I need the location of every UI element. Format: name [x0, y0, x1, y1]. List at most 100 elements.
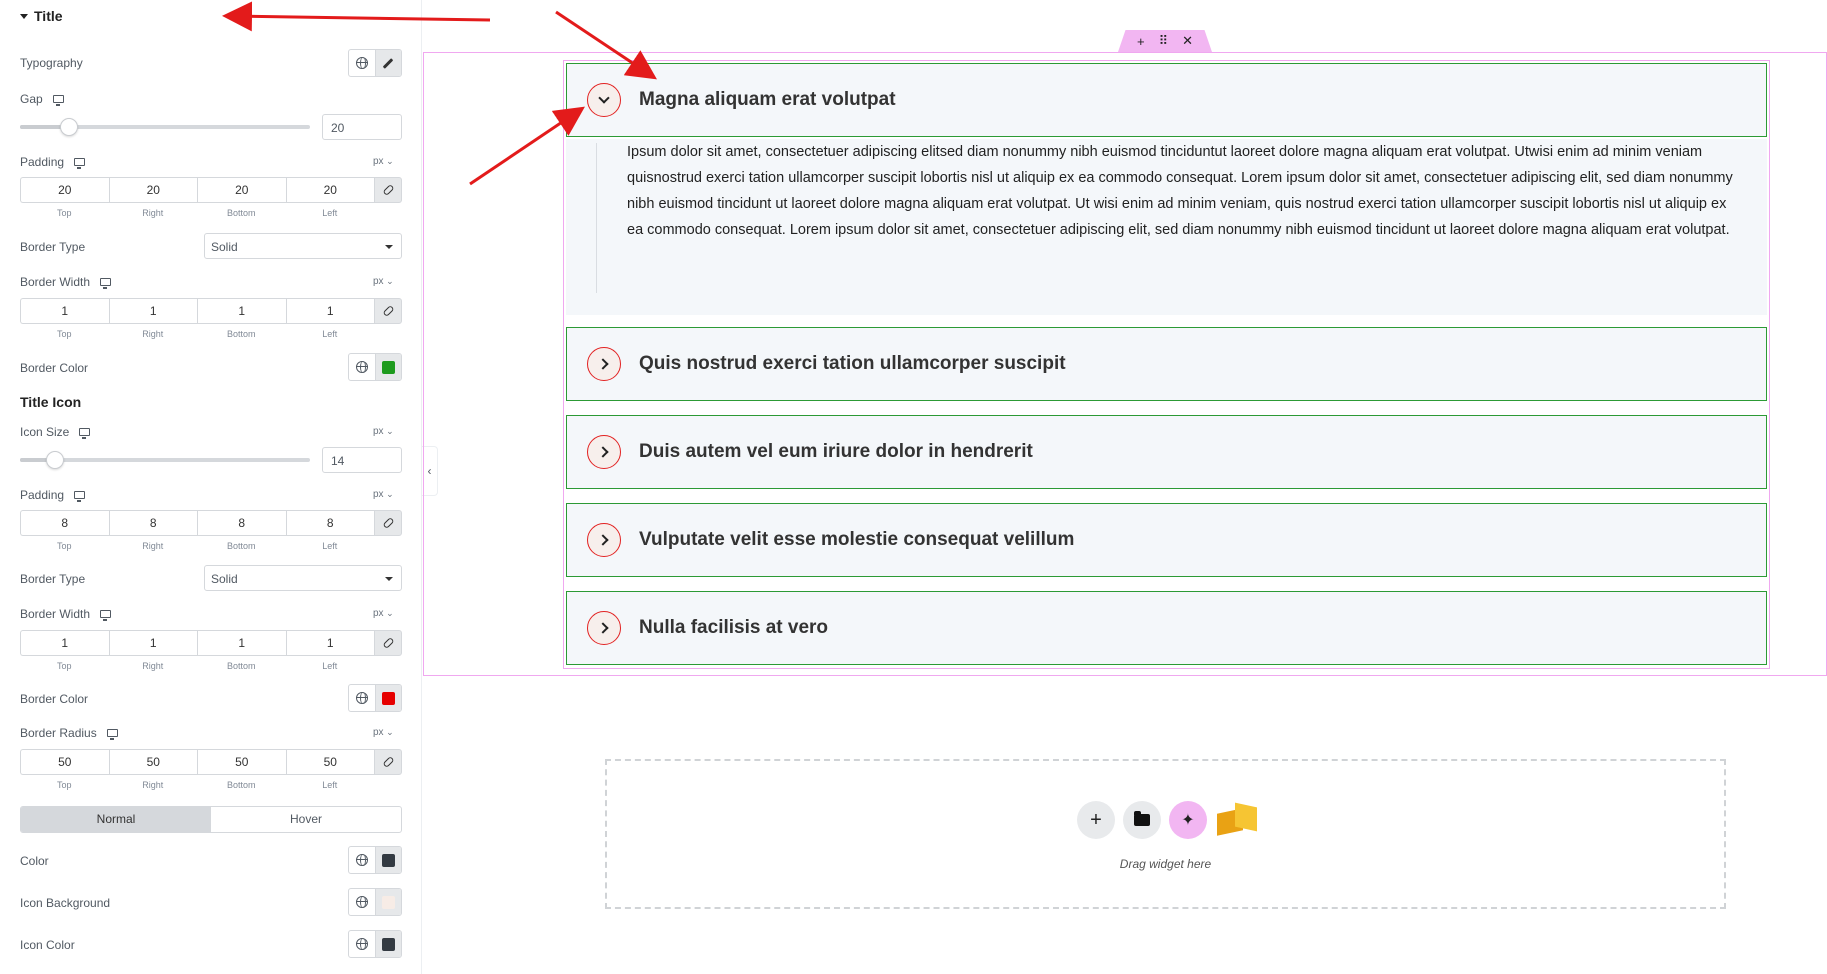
icon-border-radius-label-text: Border Radius: [20, 726, 97, 740]
icon-padding-top-input[interactable]: 8: [20, 510, 109, 536]
accordion-item-4[interactable]: Vulputate velit esse molestie consequat …: [566, 503, 1767, 577]
drag-handle-icon[interactable]: ⠿: [1159, 33, 1169, 49]
desktop-icon[interactable]: [106, 729, 118, 740]
icon-color-picker[interactable]: [374, 931, 401, 957]
icon-border-radius-unit[interactable]: px: [373, 727, 394, 738]
accordion-title[interactable]: Quis nostrud exerci tation ullamcorper s…: [639, 353, 1066, 375]
icon-size-unit[interactable]: px: [373, 426, 394, 437]
delete-section-button[interactable]: ✕: [1182, 33, 1193, 49]
icon-size-slider-thumb[interactable]: [46, 451, 64, 469]
title-padding-unit[interactable]: px: [373, 156, 394, 167]
border-width-right-input[interactable]: 1: [108, 298, 197, 324]
global-color-button[interactable]: [349, 685, 375, 711]
accordion-title[interactable]: Duis autem vel eum iriure dolor in hendr…: [639, 441, 1033, 463]
icon-border-width-right-input[interactable]: 1: [108, 630, 197, 656]
link-values-button[interactable]: [374, 749, 402, 775]
border-radius-right-input[interactable]: 50: [108, 749, 197, 775]
link-values-button[interactable]: [374, 630, 402, 656]
border-radius-left-input[interactable]: 50: [285, 749, 374, 775]
link-values-button[interactable]: [374, 510, 402, 536]
accordion-toggle-icon[interactable]: [587, 611, 621, 645]
add-widget-button[interactable]: +: [1077, 801, 1115, 839]
content-divider: [596, 143, 597, 293]
blocks-addon-icon[interactable]: [1215, 801, 1259, 839]
add-section-button[interactable]: +: [1137, 34, 1145, 49]
icon-border-type-select[interactable]: Solid: [204, 565, 402, 591]
global-typography-button[interactable]: [349, 50, 375, 76]
accordion-item-1[interactable]: Magna aliquam erat volutpat: [566, 63, 1767, 137]
border-width-bottom-input[interactable]: 1: [197, 298, 286, 324]
tab-hover[interactable]: Hover: [211, 807, 401, 832]
padding-right-input[interactable]: 20: [108, 177, 197, 203]
icon-background-picker[interactable]: [374, 889, 401, 915]
ai-assistant-button[interactable]: ✦: [1169, 801, 1207, 839]
widget-drop-zone[interactable]: + ✦ Drag widget here: [605, 759, 1726, 909]
global-color-button[interactable]: [349, 931, 375, 957]
color-picker[interactable]: [374, 847, 401, 873]
accordion-toggle-icon[interactable]: [587, 83, 621, 117]
icon-border-width-top-input[interactable]: 1: [20, 630, 109, 656]
desktop-icon[interactable]: [74, 491, 86, 502]
icon-background-swatch: [381, 895, 395, 909]
accordion-title[interactable]: Magna aliquam erat volutpat: [639, 89, 896, 111]
icon-border-width-unit[interactable]: px: [373, 608, 394, 619]
icon-padding-bottom-input[interactable]: 8: [197, 510, 286, 536]
accordion-toggle-icon[interactable]: [587, 347, 621, 381]
border-width-top-input[interactable]: 1: [20, 298, 109, 324]
desktop-icon[interactable]: [74, 158, 86, 169]
accordion-title[interactable]: Vulputate velit esse molestie consequat …: [639, 529, 1074, 551]
border-radius-bottom-input[interactable]: 50: [197, 749, 286, 775]
template-library-button[interactable]: [1123, 801, 1161, 839]
link-values-button[interactable]: [374, 298, 402, 324]
gap-input[interactable]: 20: [322, 114, 402, 140]
desktop-icon[interactable]: [100, 278, 112, 289]
title-border-type-label: Border Type: [20, 240, 86, 254]
desktop-icon[interactable]: [52, 95, 64, 106]
padding-left-input[interactable]: 20: [285, 177, 374, 203]
border-width-left-input[interactable]: 1: [285, 298, 374, 324]
dim-label-top: Top: [56, 780, 72, 790]
icon-color-controls: [348, 930, 402, 958]
icon-size-input[interactable]: 14: [322, 447, 402, 473]
accordion-toggle-icon[interactable]: [587, 523, 621, 557]
icon-padding-left-input[interactable]: 8: [285, 510, 374, 536]
padding-bottom-input[interactable]: 20: [197, 177, 286, 203]
icon-border-color-picker[interactable]: [374, 685, 401, 711]
border-radius-top-input[interactable]: 50: [20, 749, 109, 775]
icon-border-width-bottom-input[interactable]: 1: [197, 630, 286, 656]
global-color-button[interactable]: [349, 354, 375, 380]
link-values-button[interactable]: [374, 177, 402, 203]
global-color-button[interactable]: [349, 889, 375, 915]
title-section-header[interactable]: Title: [20, 8, 63, 24]
dim-label-top: Top: [56, 541, 72, 551]
icon-border-width-inputs: 1 1 1 1: [20, 630, 402, 656]
chevron-right-icon: [596, 446, 609, 458]
icon-padding-right-input[interactable]: 8: [108, 510, 197, 536]
drop-zone-buttons: + ✦: [1077, 801, 1259, 839]
tab-normal[interactable]: Normal: [21, 807, 211, 832]
desktop-icon[interactable]: [79, 428, 91, 439]
padding-top-input[interactable]: 20: [20, 177, 109, 203]
title-border-color-picker[interactable]: [374, 354, 401, 380]
icon-border-radius-dim-labels: Top Right Bottom Left: [20, 780, 374, 790]
folder-icon: [1134, 811, 1150, 826]
accordion-item-2[interactable]: Quis nostrud exerci tation ullamcorper s…: [566, 327, 1767, 401]
title-border-type-select[interactable]: Solid: [204, 233, 402, 259]
globe-icon: [355, 57, 368, 69]
icon-padding-unit[interactable]: px: [373, 489, 394, 500]
accordion-item-3[interactable]: Duis autem vel eum iriure dolor in hendr…: [566, 415, 1767, 489]
sparkle-icon: ✦: [1181, 812, 1195, 829]
desktop-icon[interactable]: [100, 610, 112, 621]
gap-label: Gap: [20, 92, 64, 106]
gap-slider-thumb[interactable]: [60, 118, 78, 136]
icon-padding-label-text: Padding: [20, 488, 65, 502]
accordion-item-5[interactable]: Nulla facilisis at vero: [566, 591, 1767, 665]
gap-slider[interactable]: [20, 118, 310, 136]
edit-typography-button[interactable]: [374, 50, 401, 76]
accordion-title[interactable]: Nulla facilisis at vero: [639, 617, 828, 639]
title-border-width-unit[interactable]: px: [373, 276, 394, 287]
accordion-toggle-icon[interactable]: [587, 435, 621, 469]
global-color-button[interactable]: [349, 847, 375, 873]
icon-border-width-left-input[interactable]: 1: [285, 630, 374, 656]
icon-size-slider[interactable]: [20, 451, 310, 469]
